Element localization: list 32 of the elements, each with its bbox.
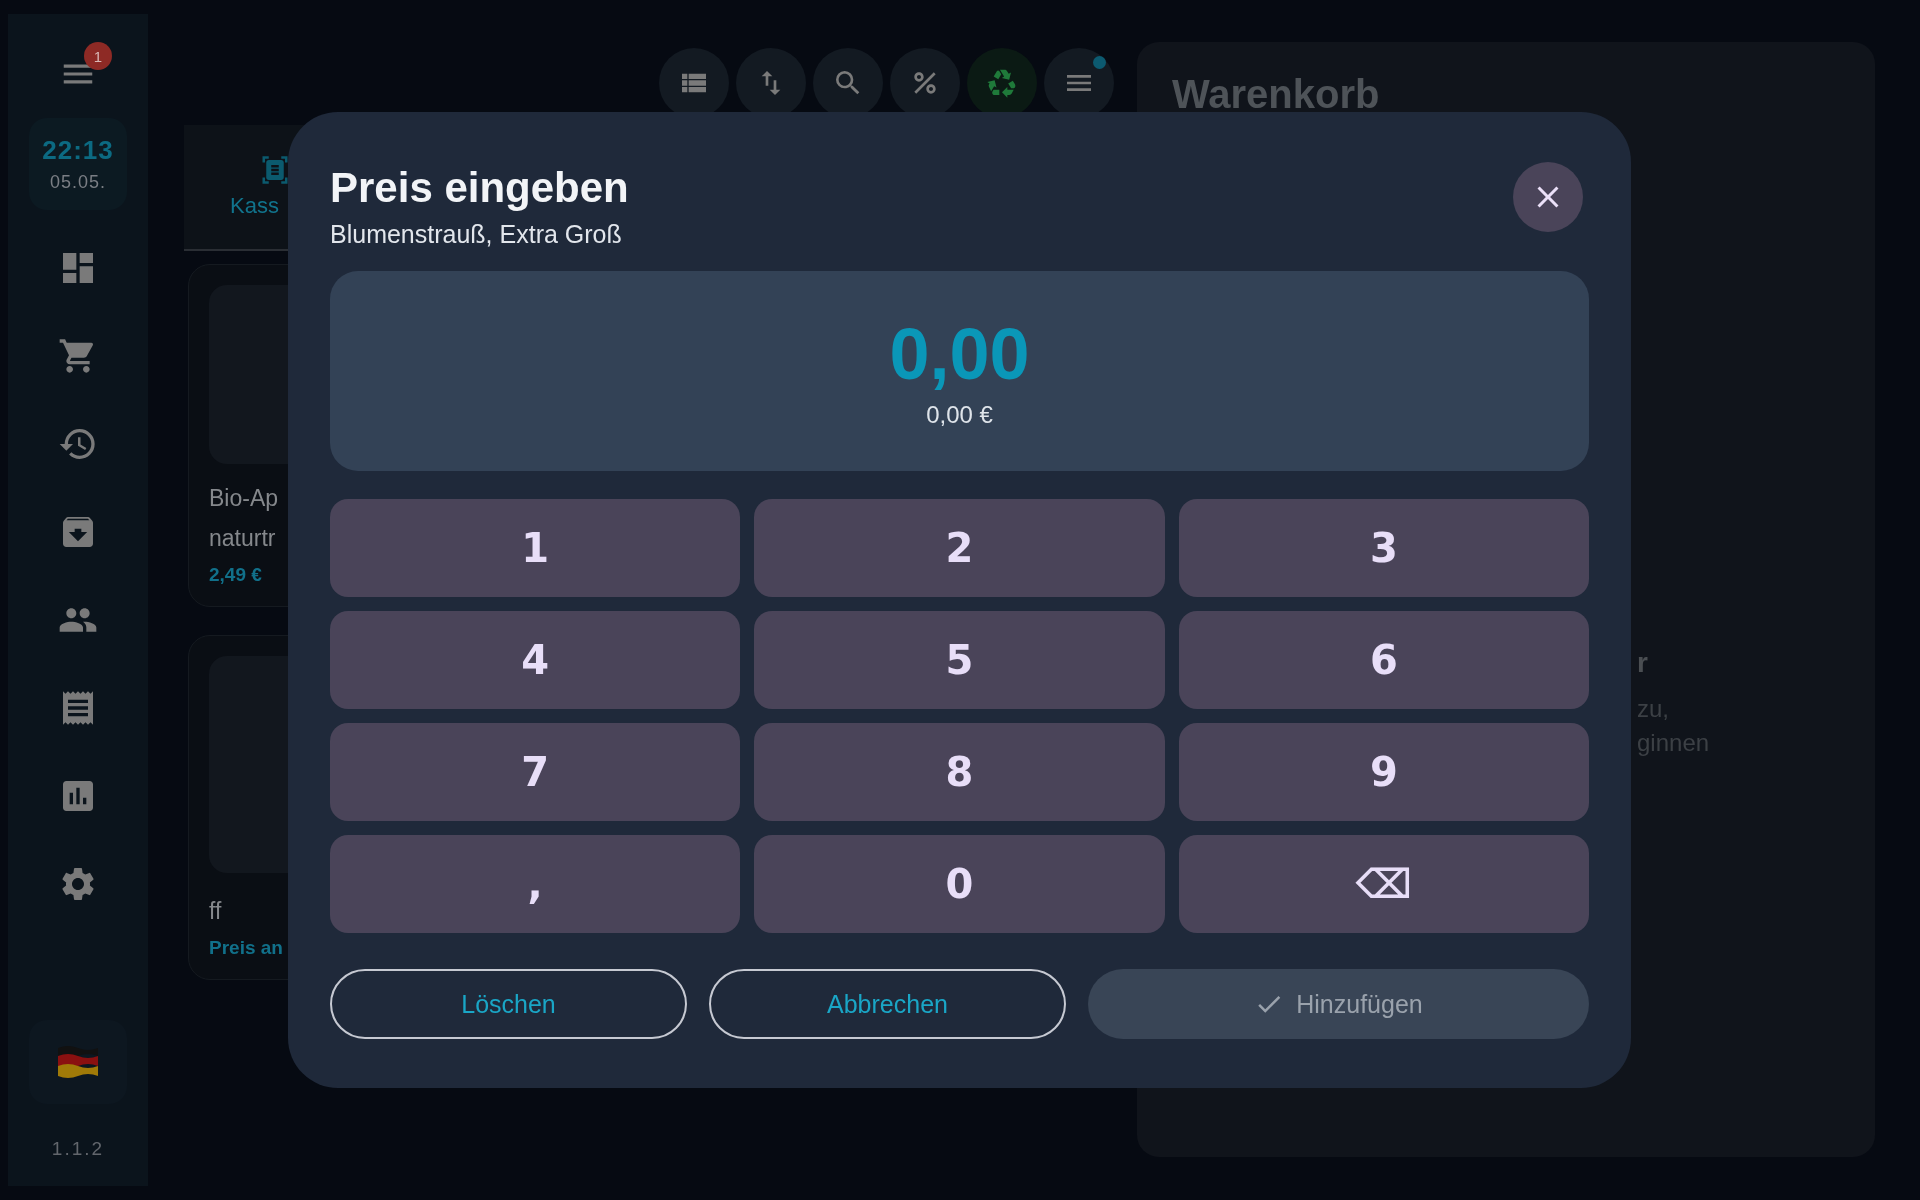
keypad-key[interactable]: 7 xyxy=(330,723,741,821)
keypad-key[interactable]: ⌫ xyxy=(1178,835,1589,933)
language-button[interactable] xyxy=(29,1020,127,1104)
action-button[interactable]: Abbrechen xyxy=(709,969,1066,1039)
keypad-key[interactable]: 0 xyxy=(754,835,1165,933)
clock-time: 22:13 xyxy=(42,135,114,166)
notification-badge: 1 xyxy=(84,42,112,70)
german-flag-icon xyxy=(56,1044,100,1080)
keypad-key[interactable]: 2 xyxy=(754,499,1165,597)
product-price: Preis an xyxy=(209,937,284,959)
empty-cart-text: r xyxy=(1637,647,1649,679)
keypad-key[interactable]: 5 xyxy=(754,611,1165,709)
notification-dot xyxy=(1093,56,1106,69)
product-name: Bio-Ap xyxy=(209,484,280,513)
recycle-icon xyxy=(986,67,1018,99)
keypad-key[interactable]: , xyxy=(330,835,741,933)
keypad-key[interactable]: 6 xyxy=(1178,611,1589,709)
price-value: 0,00 xyxy=(889,313,1030,395)
keypad-key[interactable]: 1 xyxy=(330,499,741,597)
scanner-icon xyxy=(260,155,290,185)
keypad-key[interactable]: 9 xyxy=(1178,723,1589,821)
action-button[interactable]: Löschen xyxy=(330,969,687,1039)
cart-title: Warenkorb xyxy=(1172,72,1381,117)
product-price: 2,49 € xyxy=(209,564,263,586)
version-label: 1.1.2 xyxy=(51,1138,105,1160)
clock-date: 05.05. xyxy=(49,172,106,193)
keypad-key[interactable]: 3 xyxy=(1178,499,1589,597)
product-name: naturtr xyxy=(209,524,277,553)
keypad-key[interactable]: 8 xyxy=(754,723,1165,821)
keypad-key[interactable]: 4 xyxy=(330,611,741,709)
price-amount: 0,00 € xyxy=(926,401,993,429)
product-name: ff xyxy=(209,897,223,926)
